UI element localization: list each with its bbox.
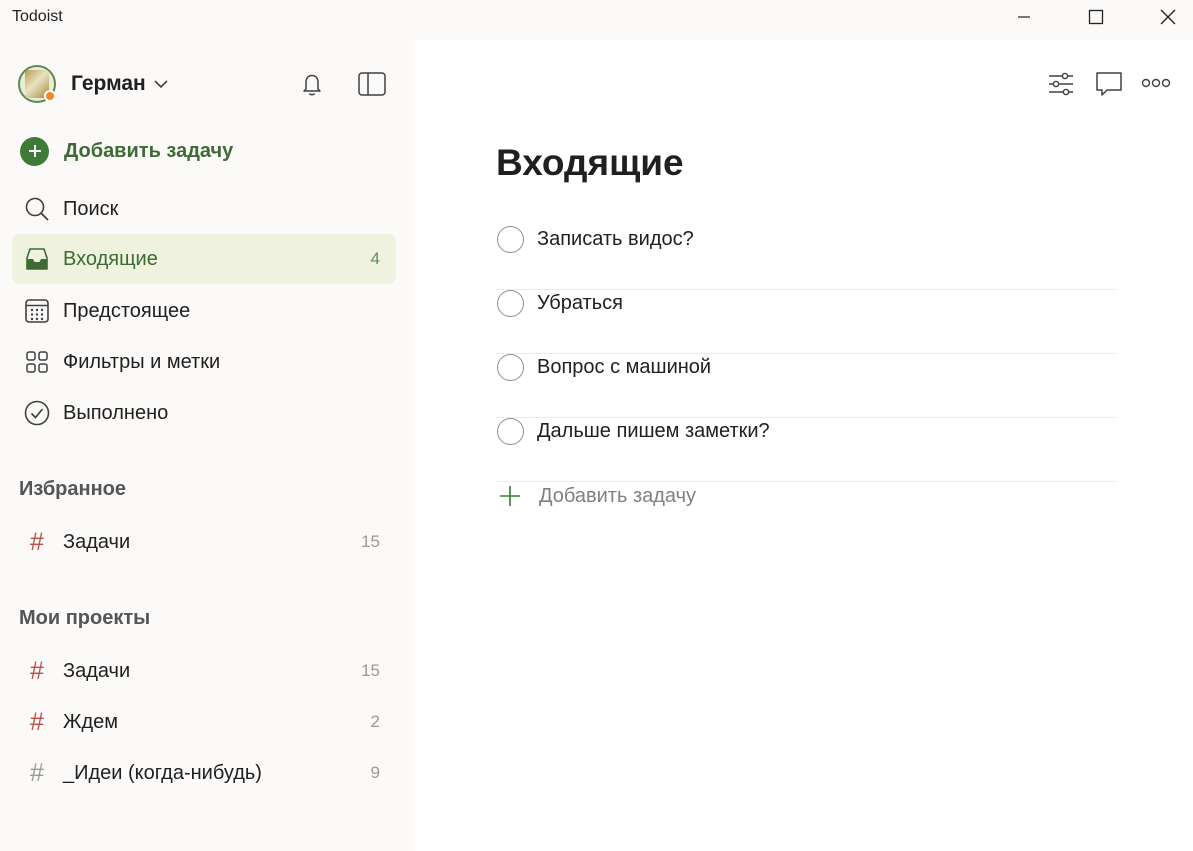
sliders-icon: [1049, 72, 1073, 96]
nav-item-upcoming[interactable]: Предстоящее: [12, 286, 396, 336]
task-checkbox[interactable]: [497, 418, 524, 445]
project-count: 2: [370, 712, 380, 731]
main-content: Входящие Записать видос? Убраться Вопрос…: [414, 40, 1193, 851]
avatar: [18, 65, 56, 103]
plus-circle-icon: [20, 136, 49, 166]
chevron-down-icon: [154, 79, 168, 89]
favorite-item-tasks[interactable]: # Задачи 15: [12, 517, 396, 567]
task-item[interactable]: Записать видос?: [496, 226, 1117, 290]
task-text[interactable]: Записать видос?: [537, 228, 694, 251]
hash-icon: #: [30, 758, 44, 787]
nav-label: Выполнено: [63, 401, 169, 424]
task-checkbox[interactable]: [497, 290, 524, 317]
minimize-button[interactable]: [1001, 0, 1047, 34]
project-count: 15: [361, 532, 380, 551]
sidebar: Герман Добавить задачу Поиск Входящие 4 …: [0, 40, 414, 851]
comment-icon: [1096, 72, 1122, 96]
nav-item-filters-labels[interactable]: Фильтры и метки: [12, 337, 396, 387]
project-label: Задачи: [63, 530, 131, 553]
project-count: 15: [361, 661, 380, 680]
project-label: _Идеи (когда-нибудь): [63, 761, 262, 784]
view-options-button[interactable]: [1046, 70, 1076, 98]
maximize-button[interactable]: [1073, 0, 1119, 34]
title-bar: Todoist: [0, 0, 1193, 40]
nav-label: Поиск: [63, 197, 119, 220]
nav-item-completed[interactable]: Выполнено: [12, 388, 396, 438]
project-item-waiting[interactable]: # Ждем 2: [12, 697, 396, 747]
nav-label: Входящие: [63, 247, 158, 270]
toggle-sidebar-button[interactable]: [357, 70, 387, 98]
notifications-button[interactable]: [298, 70, 326, 98]
add-task-inline-label: Добавить задачу: [539, 484, 697, 507]
hash-icon: #: [30, 707, 44, 736]
hash-icon: #: [30, 527, 44, 556]
avatar-status-dot: [44, 90, 56, 102]
nav-label: Фильтры и метки: [63, 350, 221, 373]
task-item[interactable]: Дальше пишем заметки?: [496, 418, 1117, 482]
minimize-icon: [1018, 16, 1030, 18]
app-title: Todoist: [12, 8, 63, 25]
project-item-ideas[interactable]: # _Идеи (когда-нибудь) 9: [12, 748, 396, 798]
nav-item-search[interactable]: Поиск: [12, 184, 396, 234]
project-label: Задачи: [63, 659, 131, 682]
todoist-window: Todoist Герман Добавить задачу Поиск Вхо…: [0, 0, 1193, 851]
user-menu[interactable]: Герман: [18, 64, 168, 104]
sidebar-toggle-icon: [358, 72, 386, 96]
project-label: Ждем: [63, 710, 119, 733]
page-title: Входящие: [496, 142, 684, 183]
more-horizontal-icon: [1141, 78, 1171, 88]
task-text[interactable]: Убраться: [537, 292, 623, 315]
projects-section-title[interactable]: Мои проекты: [19, 607, 150, 630]
hash-icon: #: [30, 656, 44, 685]
task-text[interactable]: Дальше пишем заметки?: [537, 420, 770, 443]
project-item-tasks[interactable]: # Задачи 15: [12, 646, 396, 696]
calendar-icon: [24, 298, 50, 324]
task-checkbox[interactable]: [497, 226, 524, 253]
add-task-button[interactable]: Добавить задачу: [20, 136, 233, 166]
task-item[interactable]: Убраться: [496, 290, 1117, 354]
nav-label: Предстоящее: [63, 299, 191, 322]
user-name: Герман: [71, 72, 146, 95]
task-item[interactable]: Вопрос с машиной: [496, 354, 1117, 418]
task-text[interactable]: Вопрос с машиной: [537, 356, 711, 379]
task-checkbox[interactable]: [497, 354, 524, 381]
inbox-icon: [24, 246, 50, 272]
nav-count: 4: [370, 249, 380, 268]
plus-icon: [500, 486, 520, 506]
project-count: 9: [370, 763, 380, 782]
more-options-button[interactable]: [1141, 70, 1171, 98]
favorites-section-title[interactable]: Избранное: [19, 478, 126, 501]
comments-button[interactable]: [1094, 70, 1124, 98]
inline-add-task-button[interactable]: Добавить задачу: [499, 482, 696, 510]
bell-icon: [303, 74, 321, 96]
close-icon: [1160, 9, 1176, 25]
close-button[interactable]: [1145, 0, 1191, 34]
search-icon: [24, 196, 50, 222]
filters-grid-icon: [24, 349, 50, 375]
maximize-icon: [1088, 9, 1104, 25]
add-task-label: Добавить задачу: [64, 139, 234, 162]
nav-item-inbox[interactable]: Входящие 4: [12, 234, 396, 284]
check-circle-icon: [24, 400, 50, 426]
